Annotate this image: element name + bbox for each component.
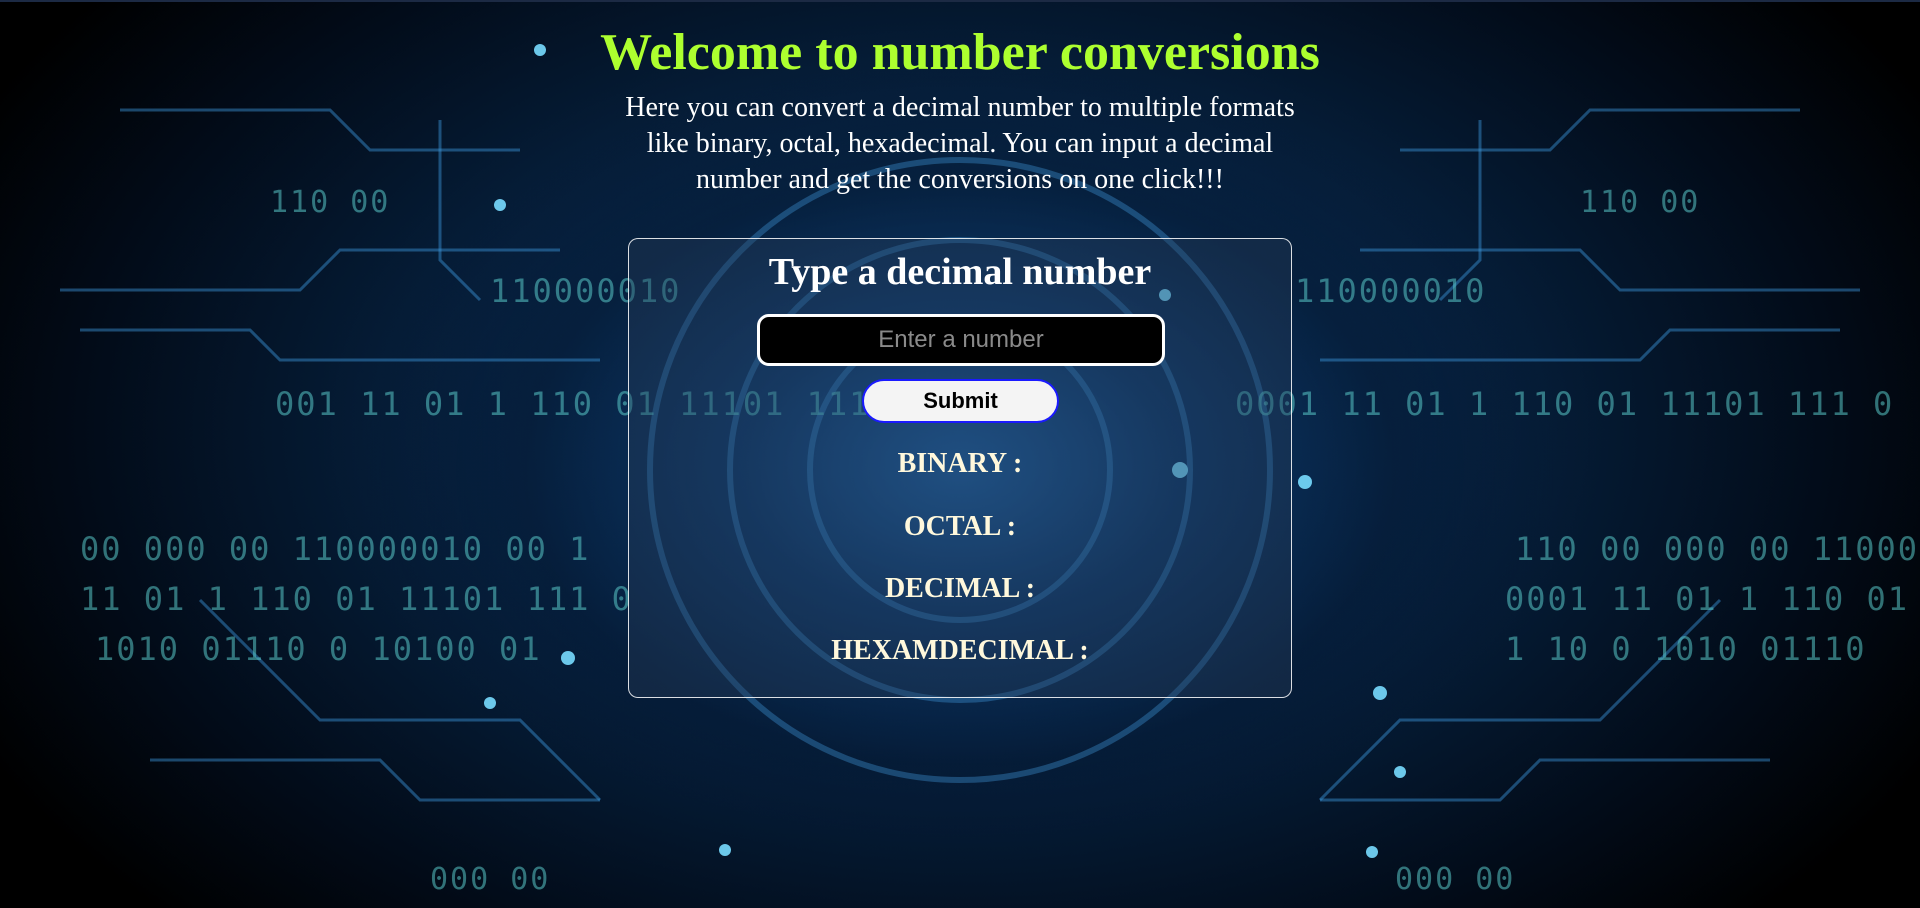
- page-title: Welcome to number conversions: [600, 24, 1320, 81]
- number-input[interactable]: [757, 314, 1165, 366]
- submit-button[interactable]: Submit: [862, 379, 1059, 423]
- binary-result: BINARY :: [897, 448, 1023, 479]
- hexadecimal-result: HEXAMDECIMAL :: [831, 635, 1089, 666]
- conversion-card: Type a decimal number Submit BINARY : OC…: [628, 238, 1292, 698]
- page: Welcome to number conversions Here you c…: [0, 0, 1920, 908]
- decimal-result: DECIMAL :: [884, 573, 1036, 604]
- octal-result: OCTAL :: [903, 511, 1017, 542]
- intro-text: Here you can convert a decimal number to…: [625, 92, 1295, 195]
- card-heading: Type a decimal number: [768, 251, 1152, 293]
